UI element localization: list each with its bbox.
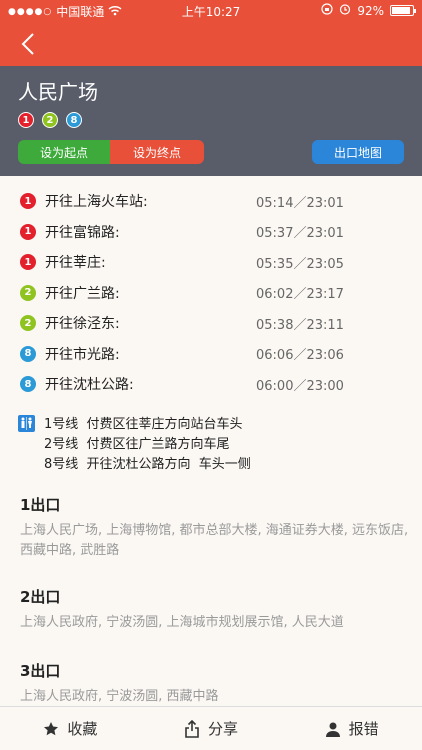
battery-icon: [390, 5, 416, 16]
exit-item: 3出口上海人民政府, 宁波汤圆, 西藏中路: [20, 660, 410, 707]
line-badge: 2: [20, 315, 36, 332]
exit-description: 上海人民广场, 上海博物馆, 都市总部大楼, 海通证券大楼, 远东饭店, 西藏中…: [20, 523, 409, 558]
line-badge: 1: [20, 223, 36, 240]
schedule-row: 1 开往富锦路: 05:37／23:01: [0, 217, 422, 248]
exit-title: 3出口: [20, 662, 61, 680]
line-badge: 8: [20, 376, 36, 393]
destination-label: 开往广兰路:: [45, 285, 120, 302]
service-hours: 05:14／23:01: [256, 195, 344, 211]
exit-title: 1出口: [20, 496, 61, 514]
destination-label: 开往市光路:: [45, 346, 120, 363]
battery-percent: 92%: [357, 3, 384, 18]
line-badges: 128: [18, 112, 82, 128]
schedule-row: 2 开往广兰路: 06:02／23:17: [0, 278, 422, 309]
restroom-lines: 1号线 付费区往莘庄方向站台车头 2号线 付费区往广兰路方向车尾 8号线 开往沈杜公…: [44, 415, 251, 475]
exit-description: 上海人民政府, 宁波汤圆, 西藏中路: [20, 689, 219, 704]
star-icon: [44, 721, 59, 735]
exit-map-button[interactable]: 出口地图: [312, 140, 404, 164]
restroom-line: 8号线 开往沈杜公路方向 车头一侧: [44, 457, 251, 472]
destination-label: 开往上海火车站:: [45, 194, 148, 211]
chevron-left-icon: [21, 33, 34, 55]
restroom-icon: [18, 415, 35, 432]
share-icon: [185, 719, 199, 738]
line-badge: 1: [18, 112, 34, 128]
exit-item: 2出口上海人民政府, 宁波汤圆, 上海城市规划展示馆, 人民大道: [20, 586, 410, 633]
set-start-button[interactable]: 设为起点: [18, 140, 110, 164]
restroom-line: 2号线 付费区往广兰路方向车尾: [44, 437, 230, 452]
destination-label: 开往富锦路:: [45, 224, 120, 241]
exit-item: 1出口上海人民广场, 上海博物馆, 都市总部大楼, 海通证券大楼, 远东饭店, …: [20, 494, 410, 561]
battery-fill: [392, 7, 411, 14]
line-badge: 1: [20, 254, 36, 271]
schedule-row: 8 开往沈杜公路: 06:00／23:00: [0, 369, 422, 400]
share-tab[interactable]: 分享: [141, 707, 282, 750]
service-hours: 06:06／23:06: [256, 348, 344, 364]
line-badge: 1: [20, 193, 36, 210]
schedule-list: 1 开往上海火车站: 05:14／23:01 1 开往富锦路: 05:37／23:01 1 开…: [0, 186, 422, 400]
exit-description: 上海人民政府, 宁波汤圆, 上海城市规划展示馆, 人民大道: [20, 615, 344, 630]
set-end-button[interactable]: 设为终点: [110, 140, 204, 164]
service-hours: 05:35／23:05: [256, 256, 344, 272]
destination-label: 开往莘庄:: [45, 255, 106, 272]
share-label: 分享: [208, 720, 239, 738]
schedule-row: 2 开往徐泾东: 05:38／23:11: [0, 308, 422, 339]
service-hours: 05:37／23:01: [256, 226, 344, 242]
status-right: 92%: [321, 3, 416, 18]
station-name: 人民广场: [18, 80, 98, 104]
station-header: 人民广场 128 设为起点 设为终点 出口地图: [0, 66, 422, 176]
destination-label: 开往沈杜公路:: [45, 377, 134, 394]
line-badge: 2: [20, 284, 36, 301]
tab-bar: 收藏 分享 报错: [0, 706, 422, 750]
report-tab[interactable]: 报错: [281, 707, 422, 750]
line-badge: 8: [20, 345, 36, 362]
back-button[interactable]: [12, 28, 44, 60]
line-badge: 8: [66, 112, 82, 128]
schedule-row: 1 开往上海火车站: 05:14／23:01: [0, 186, 422, 217]
service-hours: 06:00／23:00: [256, 378, 344, 394]
report-label: 报错: [348, 720, 379, 738]
service-hours: 05:38／23:11: [256, 317, 344, 333]
favorite-label: 收藏: [67, 720, 98, 738]
line-badge: 2: [42, 112, 58, 128]
service-hours: 06:02／23:17: [256, 287, 344, 303]
favorite-tab[interactable]: 收藏: [0, 707, 141, 750]
alarm-icon: [339, 3, 351, 18]
status-bar: ●●●●○ 中国联通 上午10:27 92%: [0, 0, 422, 22]
exit-title: 2出口: [20, 588, 61, 606]
nav-bar: [0, 22, 422, 66]
destination-label: 开往徐泾东:: [45, 316, 120, 333]
schedule-row: 1 开往莘庄: 05:35／23:05: [0, 247, 422, 278]
user-icon: [325, 722, 340, 737]
restroom-line: 1号线 付费区往莘庄方向站台车头: [44, 417, 243, 432]
rotation-lock-icon: [321, 3, 333, 18]
schedule-row: 8 开往市光路: 06:06／23:06: [0, 339, 422, 370]
